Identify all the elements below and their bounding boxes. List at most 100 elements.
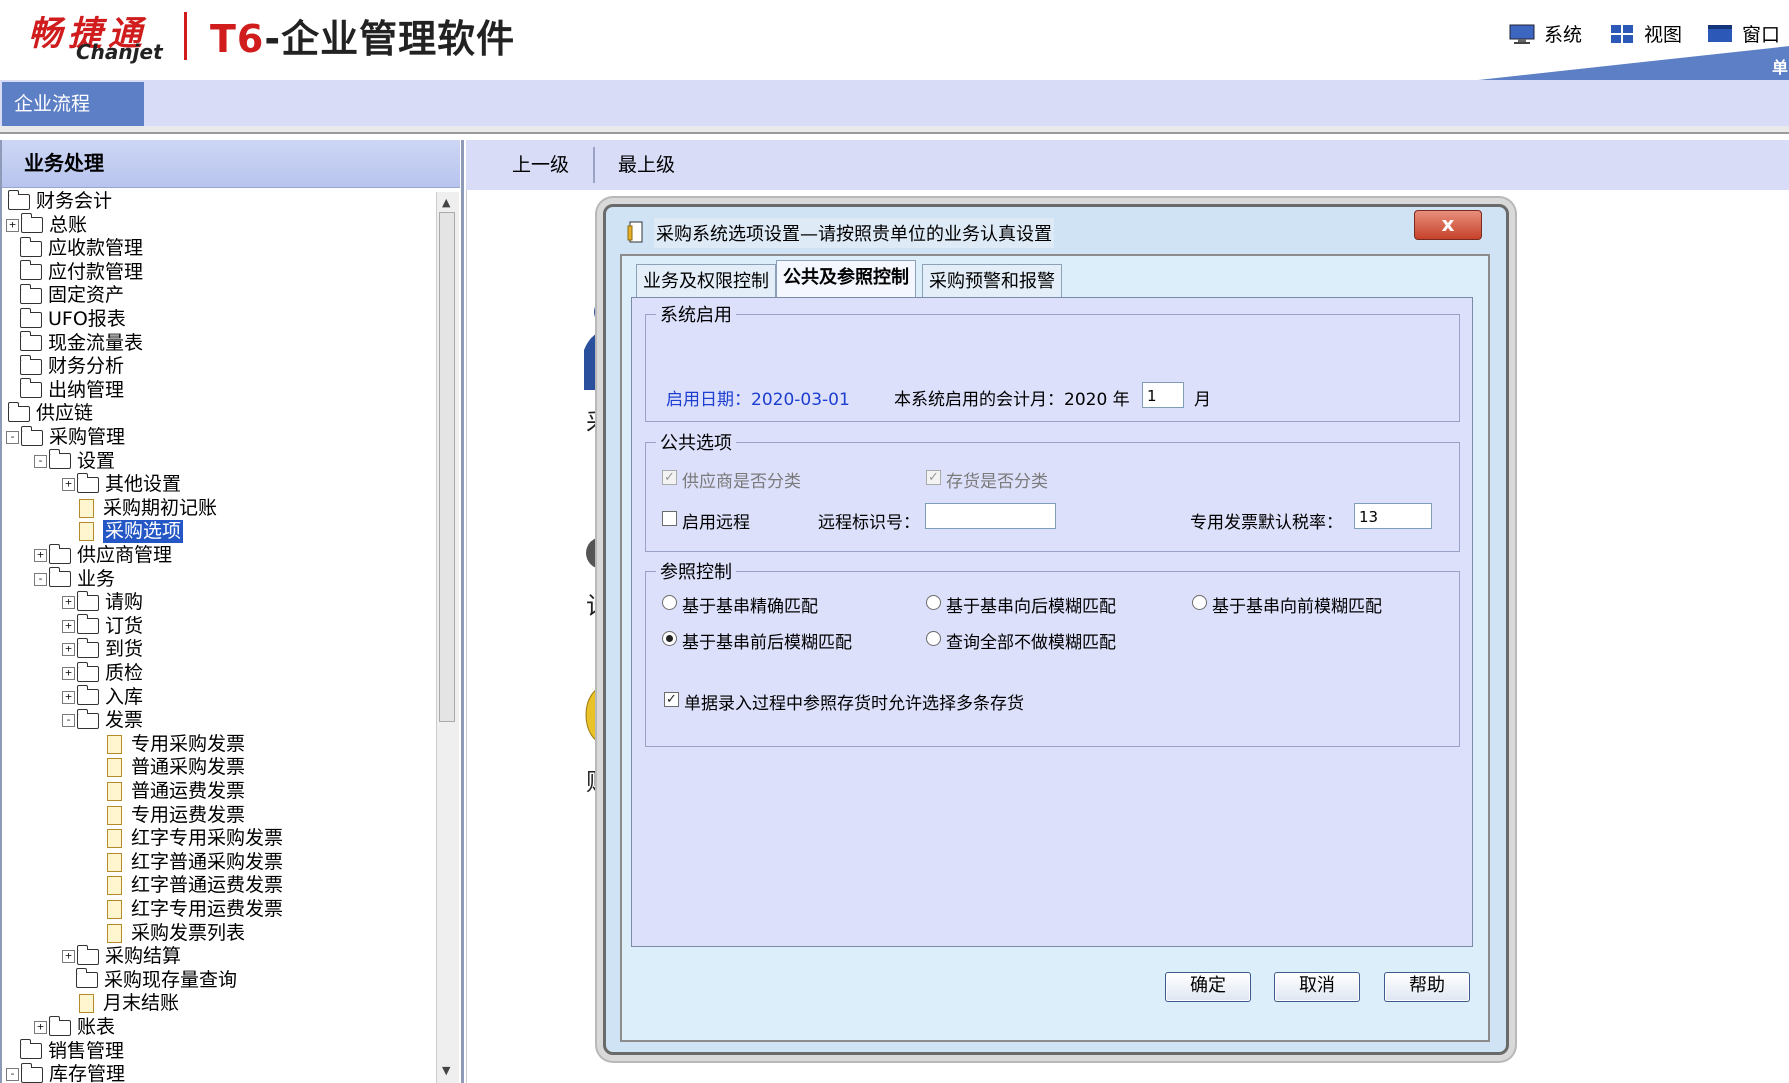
nav-top-button[interactable]: 最上级 — [618, 140, 675, 190]
tree-node[interactable]: + 供应商管理 — [34, 543, 172, 567]
tree-node[interactable]: + 采购结算 — [62, 944, 181, 968]
tree-node[interactable]: 采购现存量查询 — [76, 968, 237, 992]
folder-icon — [77, 590, 99, 611]
expand-icon[interactable]: + — [62, 619, 75, 633]
folder-icon — [76, 968, 98, 989]
expand-icon[interactable]: + — [62, 596, 75, 610]
tree-node[interactable]: 财务分析 — [20, 354, 124, 378]
tree-node[interactable]: 普通运费发票 — [104, 780, 245, 803]
tree-node[interactable]: + 到货 — [62, 637, 143, 661]
exact-match-label: 基于基串精确匹配 — [682, 597, 818, 617]
tree-node[interactable]: 采购发票列表 — [104, 922, 245, 945]
expand-icon[interactable]: + — [62, 643, 75, 657]
scroll-up-icon[interactable]: ▲ — [442, 196, 450, 209]
menu-view[interactable]: 视图 — [1608, 20, 1682, 47]
supplier-classified-checkbox[interactable]: ✓ — [662, 470, 677, 485]
enable-remote-checkbox[interactable] — [662, 511, 677, 526]
suffix-fuzzy-radio[interactable] — [926, 595, 941, 610]
corner-label: 单 — [1772, 58, 1789, 77]
tree-node[interactable]: + 其他设置 — [62, 472, 181, 496]
tree-node[interactable]: 红字专用运费发票 — [104, 898, 283, 921]
tree-node[interactable]: 财务会计 — [8, 190, 112, 213]
tree-node[interactable]: 红字专用采购发票 — [104, 827, 283, 850]
tree-node-label: 出纳管理 — [48, 378, 125, 401]
tax-rate-input[interactable]: 13 — [1354, 503, 1432, 529]
expand-icon[interactable]: + — [62, 950, 75, 964]
collapse-icon[interactable]: - — [6, 1068, 19, 1082]
expand-icon[interactable]: + — [62, 478, 75, 492]
tree-node[interactable]: 月末结账 — [76, 992, 179, 1015]
tree-node[interactable]: 普通采购发票 — [104, 756, 245, 779]
help-button[interactable]: 帮助 — [1384, 972, 1470, 1002]
dialog-title: 采购系统选项设置—请按照贵单位的业务认真设置 — [654, 218, 1054, 248]
nav-up-button[interactable]: 上一级 — [512, 140, 569, 190]
tree-node[interactable]: 固定资产 — [20, 283, 124, 307]
tree-node[interactable]: - 发票 — [62, 708, 143, 732]
product-title: T6-企业管理软件 — [210, 17, 516, 61]
tree-node-label: 供应链 — [36, 402, 94, 425]
folder-icon — [20, 354, 42, 375]
tab-purchase-alerts[interactable]: 采购预警和报警 — [922, 264, 1062, 299]
both-fuzzy-radio[interactable] — [662, 631, 677, 646]
multi-select-checkbox[interactable]: ✓ — [664, 692, 679, 707]
tree-node[interactable]: - 业务 — [34, 567, 115, 591]
tree-node[interactable]: 红字普通运费发票 — [104, 874, 283, 897]
document-icon — [107, 782, 122, 801]
tree-node[interactable]: 销售管理 — [20, 1039, 124, 1063]
tree-node[interactable]: 应收款管理 — [20, 236, 143, 260]
expand-icon[interactable]: + — [6, 218, 19, 232]
tree-node[interactable]: + 入库 — [62, 685, 144, 709]
tree-node-label: 账表 — [77, 1016, 116, 1038]
expand-icon[interactable]: + — [62, 690, 75, 704]
no-fuzzy-radio[interactable] — [926, 631, 941, 646]
tree-node[interactable]: - 采购管理 — [6, 425, 125, 449]
tree-node[interactable]: 红字普通采购发票 — [104, 851, 283, 874]
tree-node[interactable]: + 账表 — [34, 1015, 116, 1039]
tab-business-permissions[interactable]: 业务及权限控制 — [636, 264, 776, 299]
collapse-icon[interactable]: - — [34, 454, 47, 468]
menu-system[interactable]: 系统 — [1508, 20, 1582, 47]
tab-enterprise-flow[interactable]: 企业流程 — [2, 82, 144, 126]
tree-node-label: 库存管理 — [49, 1063, 126, 1083]
period-month-input[interactable]: 1 — [1142, 382, 1184, 408]
tree-node[interactable]: + 请购 — [62, 590, 143, 614]
folder-icon — [49, 567, 71, 588]
menu-window[interactable]: 窗口 — [1706, 20, 1780, 47]
scroll-thumb[interactable] — [439, 212, 455, 722]
tree-node-label: 入库 — [105, 685, 144, 708]
tax-rate-label: 专用发票默认税率： — [1190, 513, 1343, 533]
expand-icon[interactable]: + — [62, 667, 75, 680]
collapse-icon[interactable]: - — [34, 572, 47, 586]
tree-node[interactable]: - 库存管理 — [6, 1062, 126, 1083]
tree-node[interactable]: 采购期初记账 — [76, 497, 217, 520]
collapse-icon[interactable]: - — [62, 714, 75, 728]
scroll-down-icon[interactable]: ▼ — [442, 1064, 450, 1077]
tree-node[interactable]: + 质检 — [62, 661, 143, 685]
collapse-icon[interactable]: - — [6, 431, 19, 444]
tree-node[interactable]: 专用采购发票 — [104, 733, 245, 756]
cancel-button[interactable]: 取消 — [1274, 972, 1360, 1002]
document-icon — [107, 734, 122, 754]
expand-icon[interactable]: + — [34, 1021, 47, 1034]
tree-node[interactable]: UFO报表 — [20, 307, 126, 331]
prefix-fuzzy-radio[interactable] — [1192, 595, 1207, 610]
tree-node[interactable]: 供应链 — [8, 401, 94, 425]
tree-node[interactable]: 现金流量表 — [20, 331, 143, 355]
both-fuzzy-label: 基于基串前后模糊匹配 — [682, 633, 852, 653]
tab-common-reference[interactable]: 公共及参照控制 — [776, 260, 916, 299]
tree-node[interactable]: + 订货 — [62, 614, 143, 638]
exact-match-radio[interactable] — [662, 595, 677, 610]
tree-node[interactable]: 应付款管理 — [20, 260, 143, 284]
tree-node[interactable]: - 设置 — [34, 449, 115, 473]
folder-icon — [20, 260, 42, 281]
folder-icon — [49, 1015, 71, 1036]
ok-button[interactable]: 确定 — [1165, 972, 1251, 1002]
tree-node[interactable]: 专用运费发票 — [104, 804, 245, 827]
tree-node[interactable]: + 总账 — [6, 213, 87, 237]
tree-node[interactable]: 采购选项 — [76, 520, 184, 544]
tree-node[interactable]: 出纳管理 — [20, 378, 125, 402]
close-button[interactable]: x — [1414, 210, 1482, 240]
remote-id-input[interactable] — [925, 503, 1056, 529]
expand-icon[interactable]: + — [34, 549, 47, 562]
inventory-classified-checkbox[interactable]: ✓ — [926, 470, 941, 485]
